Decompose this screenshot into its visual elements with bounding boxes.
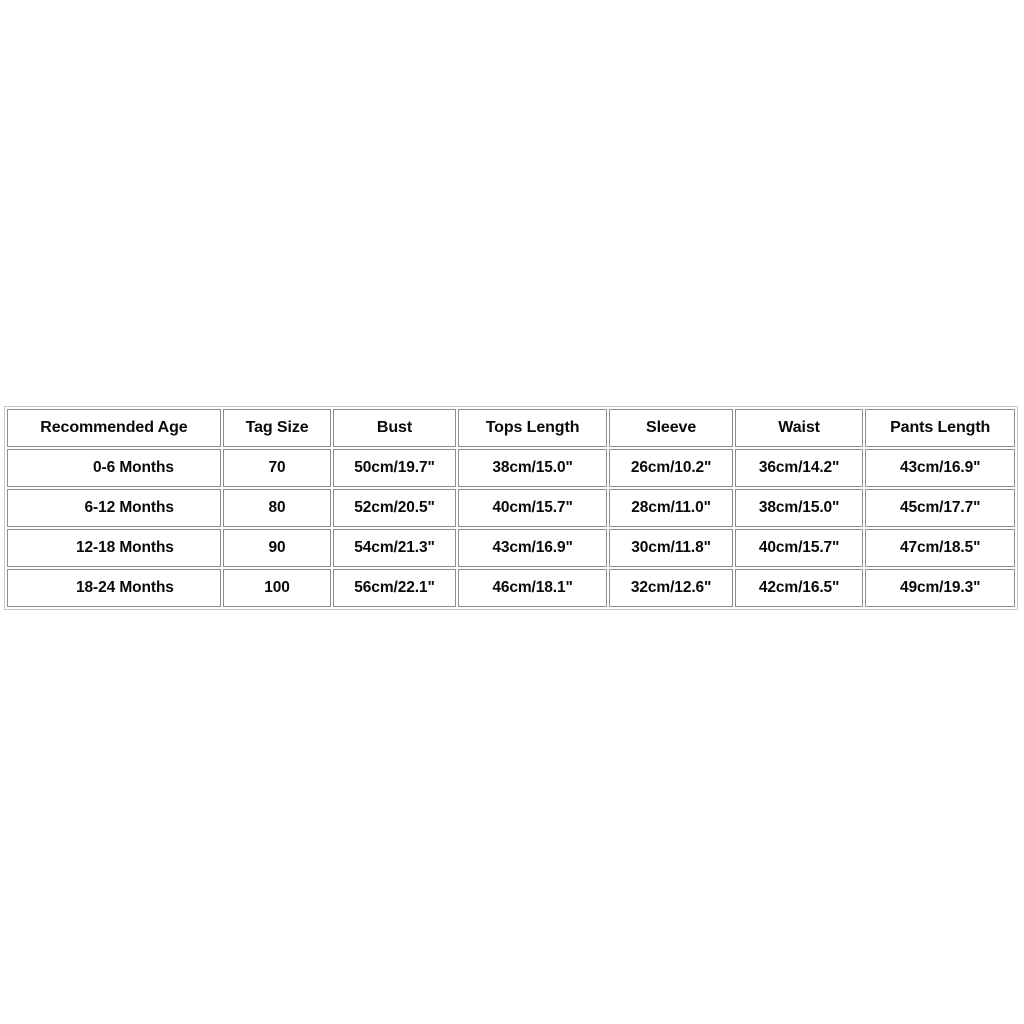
cell-sleeve: 28cm/11.0" (609, 489, 733, 527)
cell-recommended-age: 0-6 Months (7, 449, 221, 487)
table-row: 0-6 Months 70 50cm/19.7" 38cm/15.0" 26cm… (7, 449, 1015, 487)
cell-waist: 36cm/14.2" (734, 449, 864, 487)
cell-bust: 56cm/22.1" (333, 569, 456, 607)
cell-bust: 54cm/21.3" (333, 529, 456, 567)
cell-sleeve: 30cm/11.8" (609, 529, 733, 567)
cell-pants-length: 49cm/19.3" (865, 569, 1015, 607)
column-header-pants-length: Pants Length (865, 409, 1015, 447)
cell-recommended-age: 12-18 Months (7, 529, 221, 567)
cell-recommended-age: 18-24 Months (7, 569, 221, 607)
cell-waist: 40cm/15.7" (734, 529, 864, 567)
cell-tag-size: 100 (222, 569, 332, 607)
cell-recommended-age: 6-12 Months (7, 489, 221, 527)
table-header-row: Recommended Age Tag Size Bust Tops Lengt… (7, 409, 1015, 447)
size-chart-container: Recommended Age Tag Size Bust Tops Lengt… (4, 406, 1020, 610)
column-header-sleeve: Sleeve (609, 409, 733, 447)
column-header-recommended-age: Recommended Age (7, 409, 221, 447)
column-header-waist: Waist (734, 409, 864, 447)
column-header-tops-length: Tops Length (457, 409, 608, 447)
cell-tops-length: 40cm/15.7" (457, 489, 608, 527)
cell-pants-length: 47cm/18.5" (865, 529, 1015, 567)
cell-pants-length: 43cm/16.9" (865, 449, 1015, 487)
cell-sleeve: 26cm/10.2" (609, 449, 733, 487)
cell-tops-length: 38cm/15.0" (457, 449, 608, 487)
cell-tag-size: 80 (222, 489, 332, 527)
column-header-tag-size: Tag Size (222, 409, 332, 447)
table-row: 6-12 Months 80 52cm/20.5" 40cm/15.7" 28c… (7, 489, 1015, 527)
column-header-bust: Bust (333, 409, 456, 447)
cell-tag-size: 70 (222, 449, 332, 487)
cell-pants-length: 45cm/17.7" (865, 489, 1015, 527)
table-row: 18-24 Months 100 56cm/22.1" 46cm/18.1" 3… (7, 569, 1015, 607)
size-chart-table: Recommended Age Tag Size Bust Tops Lengt… (4, 406, 1018, 610)
page-canvas: Recommended Age Tag Size Bust Tops Lengt… (0, 0, 1024, 1024)
cell-waist: 42cm/16.5" (734, 569, 864, 607)
cell-waist: 38cm/15.0" (734, 489, 864, 527)
cell-tag-size: 90 (222, 529, 332, 567)
cell-bust: 50cm/19.7" (333, 449, 456, 487)
cell-tops-length: 43cm/16.9" (457, 529, 608, 567)
cell-bust: 52cm/20.5" (333, 489, 456, 527)
cell-sleeve: 32cm/12.6" (609, 569, 733, 607)
cell-tops-length: 46cm/18.1" (457, 569, 608, 607)
table-row: 12-18 Months 90 54cm/21.3" 43cm/16.9" 30… (7, 529, 1015, 567)
